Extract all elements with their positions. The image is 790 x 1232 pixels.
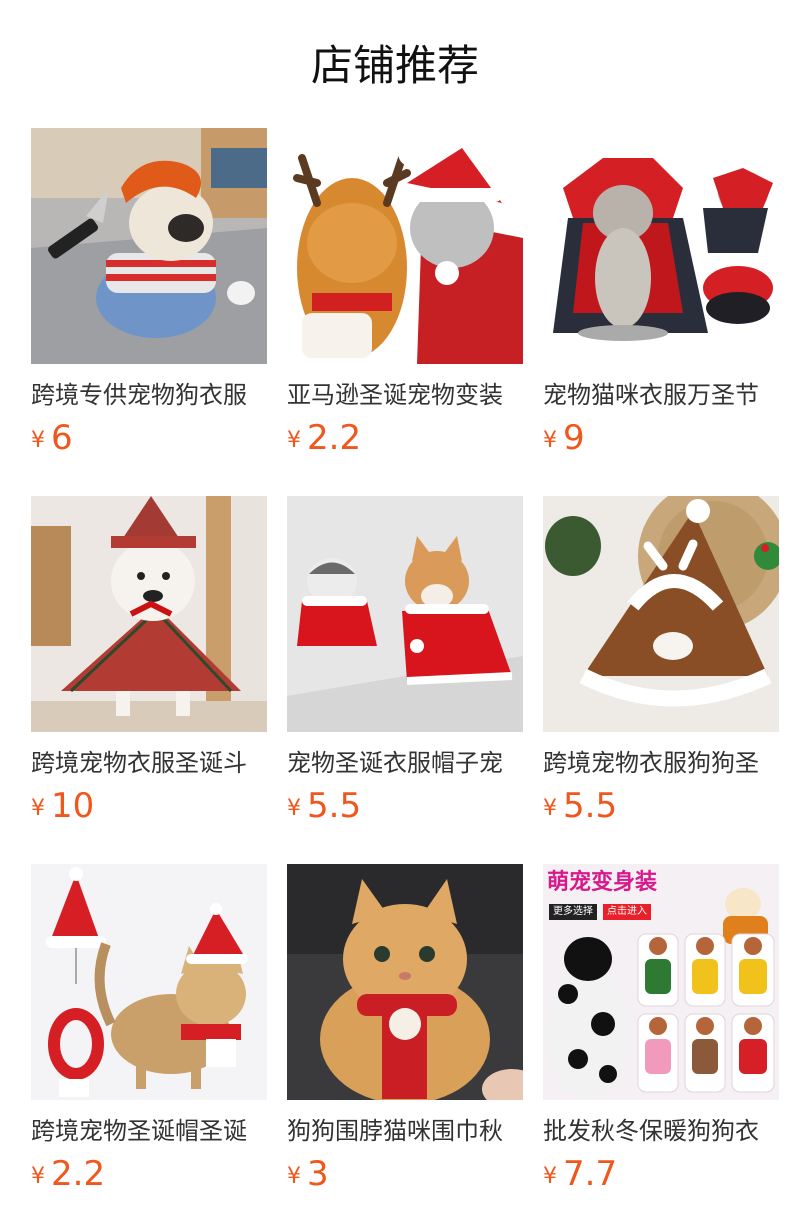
currency-symbol: ¥ (543, 1163, 557, 1189)
product-price: ¥5.5 (543, 784, 617, 826)
product-price: ¥2.2 (31, 1152, 105, 1194)
product-name[interactable]: 跨境宠物衣服圣诞斗 (31, 746, 267, 780)
price-value: 2.2 (51, 1154, 106, 1194)
product-name[interactable]: 批发秋冬保暖狗狗衣 (543, 1114, 779, 1148)
product-price: ¥9 (543, 416, 585, 458)
product-price: ¥6 (31, 416, 73, 458)
page-title: 店铺推荐 (310, 41, 479, 90)
price-value: 9 (563, 418, 585, 458)
product-card[interactable]: 跨境专供宠物狗衣服 ¥6 (31, 128, 267, 458)
product-image[interactable]: 萌宠变身装 更多选择 点击进入 (543, 864, 779, 1100)
price-value: 3 (307, 1154, 329, 1194)
price-value: 5.5 (563, 786, 618, 826)
price-value: 5.5 (307, 786, 362, 826)
product-name[interactable]: 跨境宠物衣服狗狗圣 (543, 746, 779, 780)
product-price: ¥7.7 (543, 1152, 617, 1194)
product-price: ¥3 (287, 1152, 329, 1194)
product-image[interactable] (31, 496, 267, 732)
product-card[interactable]: 狗狗围脖猫咪围巾秋 ¥3 (287, 864, 523, 1194)
product-card[interactable]: 跨境宠物圣诞帽圣诞 ¥2.2 (31, 864, 267, 1194)
currency-symbol: ¥ (31, 1163, 45, 1189)
product-name[interactable]: 跨境宠物圣诞帽圣诞 (31, 1114, 267, 1148)
currency-symbol: ¥ (287, 427, 301, 453)
more-choices-badge: 更多选择 (549, 904, 597, 920)
price-value: 7.7 (563, 1154, 618, 1194)
product-card[interactable]: 亚马逊圣诞宠物变装 ¥2.2 (287, 128, 523, 458)
currency-symbol: ¥ (543, 427, 557, 453)
click-enter-badge: 点击进入 (603, 904, 651, 920)
product-image[interactable] (287, 496, 523, 732)
product-price: ¥5.5 (287, 784, 361, 826)
product-name[interactable]: 宠物圣诞衣服帽子宠 (287, 746, 523, 780)
product-image[interactable] (287, 128, 523, 364)
product-card[interactable]: 萌宠变身装 更多选择 点击进入 批发秋冬保暖狗狗衣 ¥7.7 (543, 864, 779, 1194)
product-image[interactable] (543, 128, 779, 364)
product-image[interactable] (31, 864, 267, 1100)
product-name[interactable]: 跨境专供宠物狗衣服 (31, 378, 267, 412)
product-price: ¥2.2 (287, 416, 361, 458)
product-image[interactable] (543, 496, 779, 732)
collage-headline: 萌宠变身装 (547, 869, 658, 895)
product-card[interactable]: 宠物猫咪衣服万圣节 ¥9 (543, 128, 779, 458)
price-value: 6 (51, 418, 73, 458)
product-card[interactable]: 宠物圣诞衣服帽子宠 ¥5.5 (287, 496, 523, 826)
product-image[interactable] (31, 128, 267, 364)
product-image[interactable] (287, 864, 523, 1100)
currency-symbol: ¥ (287, 1163, 301, 1189)
product-card[interactable]: 跨境宠物衣服狗狗圣 ¥5.5 (543, 496, 779, 826)
product-price: ¥10 (31, 784, 94, 826)
currency-symbol: ¥ (287, 795, 301, 821)
product-name[interactable]: 亚马逊圣诞宠物变装 (287, 378, 523, 412)
price-value: 2.2 (307, 418, 362, 458)
product-name[interactable]: 宠物猫咪衣服万圣节 (543, 378, 779, 412)
product-name[interactable]: 狗狗围脖猫咪围巾秋 (287, 1114, 523, 1148)
currency-symbol: ¥ (543, 795, 557, 821)
currency-symbol: ¥ (31, 427, 45, 453)
product-card[interactable]: 跨境宠物衣服圣诞斗 ¥10 (31, 496, 267, 826)
price-value: 10 (51, 786, 95, 826)
currency-symbol: ¥ (31, 795, 45, 821)
